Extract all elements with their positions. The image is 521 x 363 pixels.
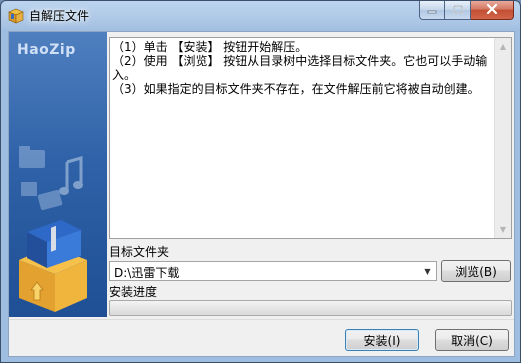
side-banner: HaoZip xyxy=(9,32,107,317)
close-button[interactable] xyxy=(471,1,514,20)
vertical-scrollbar[interactable]: ▲ ▼ xyxy=(494,38,511,238)
video-icon xyxy=(37,189,63,211)
target-path-combobox[interactable]: D:\迅雷下载 ▼ xyxy=(109,261,437,281)
maximize-button[interactable] xyxy=(445,1,471,20)
minimize-button[interactable] xyxy=(419,1,445,20)
chevron-down-icon[interactable]: ▼ xyxy=(419,262,436,280)
scroll-down-icon[interactable]: ▼ xyxy=(495,221,511,238)
scroll-up-icon[interactable]: ▲ xyxy=(495,38,511,55)
dialog-client-area: HaoZip （1）单击 【安装】 按钮开始解压。 （2）使用 【浏览】 按钮从… xyxy=(8,31,515,357)
maximize-icon xyxy=(452,3,463,17)
target-path-value: D:\迅雷下载 xyxy=(114,266,180,280)
install-progress-bar xyxy=(109,300,512,316)
minimize-icon xyxy=(427,3,437,17)
folder-icon xyxy=(19,146,45,168)
music-note-icon xyxy=(59,156,83,195)
close-icon xyxy=(486,3,498,17)
caption-buttons xyxy=(419,1,514,21)
target-folder-label: 目标文件夹 xyxy=(109,245,170,259)
divider xyxy=(9,319,514,320)
image-icon xyxy=(21,182,37,196)
instructions-text: （1）单击 【安装】 按钮开始解压。 （2）使用 【浏览】 按钮从目录树中选择目… xyxy=(112,40,488,96)
archive-box-icon xyxy=(19,220,87,312)
instructions-textbox[interactable]: （1）单击 【安装】 按钮开始解压。 （2）使用 【浏览】 按钮从目录树中选择目… xyxy=(109,37,512,239)
browse-button[interactable]: 浏览(B) xyxy=(441,260,511,282)
archive-app-icon xyxy=(7,6,25,24)
cancel-button[interactable]: 取消(C) xyxy=(435,329,509,351)
title-bar[interactable]: 自解压文件 xyxy=(1,1,520,31)
sfx-window: 自解压文件 HaoZip （1）单击 【安装】 按钮开始解压。 （2）使用 【浏… xyxy=(0,0,521,363)
install-progress-label: 安装进度 xyxy=(109,285,158,299)
window-title: 自解压文件 xyxy=(29,9,90,23)
install-button[interactable]: 安装(I) xyxy=(345,329,419,351)
